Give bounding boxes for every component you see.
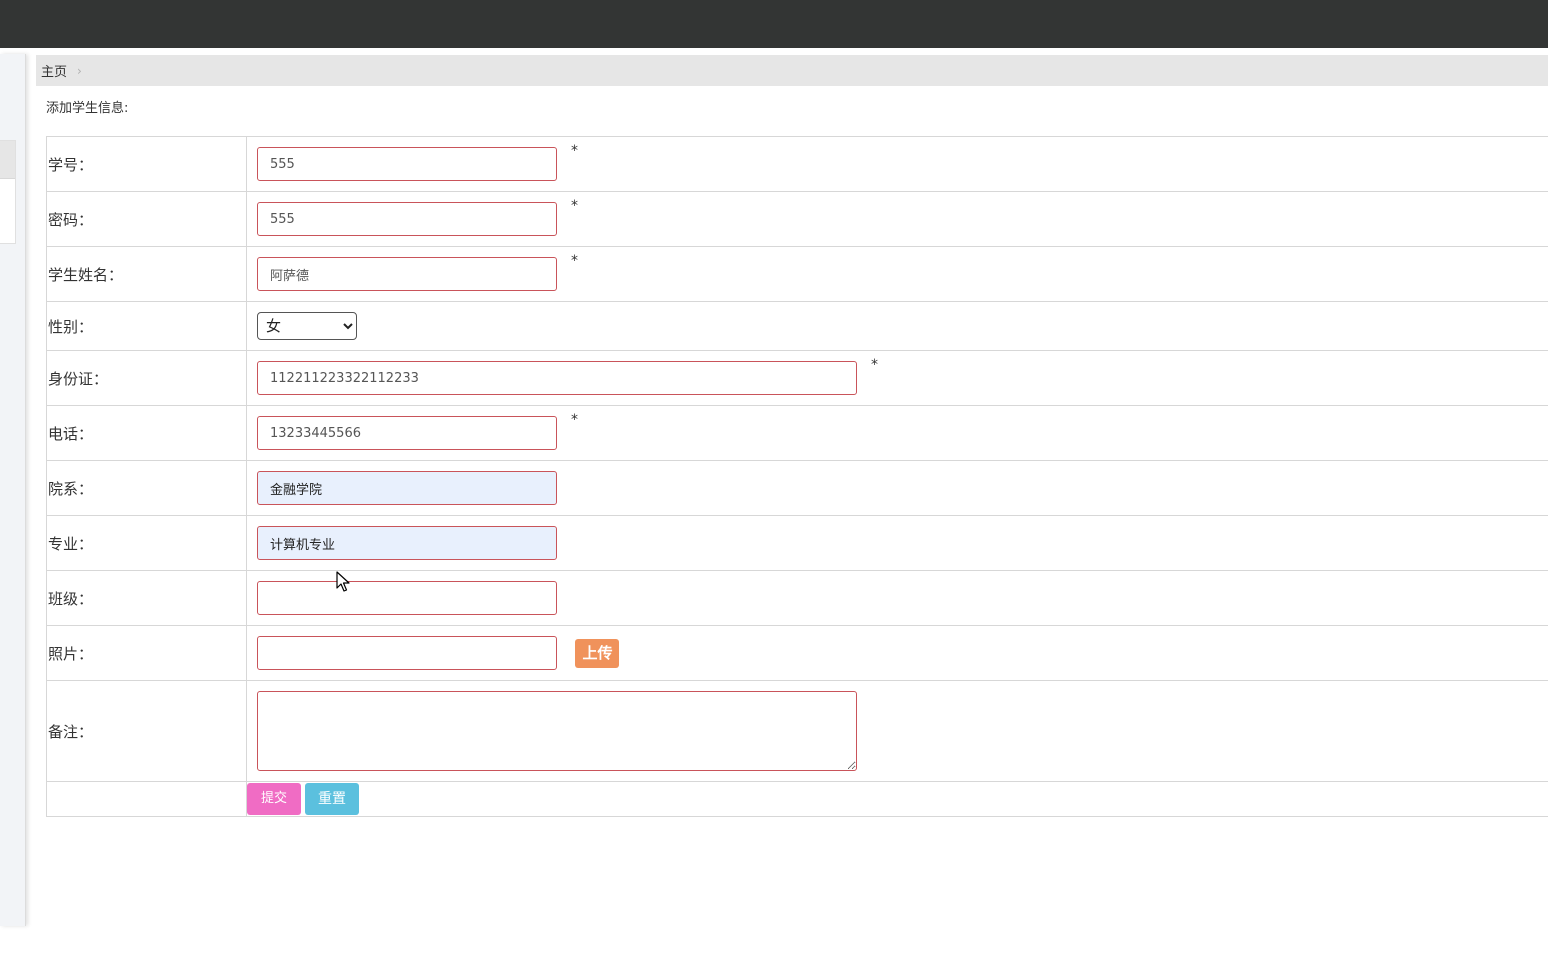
class-label: 班级： bbox=[46, 570, 247, 626]
gender-select[interactable]: 女 bbox=[257, 312, 357, 340]
upload-button[interactable]: 上传 bbox=[575, 638, 620, 668]
student-form: 学号： * 密码： * 学生姓名： * 性别： 女 身份证： * bbox=[46, 136, 1548, 817]
reset-button[interactable]: 重置 bbox=[305, 783, 359, 815]
required-mark: * bbox=[571, 412, 578, 428]
required-mark: * bbox=[571, 198, 578, 214]
required-mark: * bbox=[571, 143, 578, 159]
form-row-password: 密码： * bbox=[46, 191, 1548, 247]
id-card-input[interactable] bbox=[257, 361, 857, 395]
form-row-department: 院系： bbox=[46, 460, 1548, 516]
id-card-label: 身份证： bbox=[46, 350, 247, 406]
form-row-class: 班级： bbox=[46, 570, 1548, 626]
password-input[interactable] bbox=[257, 202, 557, 236]
class-input[interactable] bbox=[257, 581, 557, 615]
major-label: 专业： bbox=[46, 515, 247, 571]
student-id-label: 学号： bbox=[46, 136, 247, 192]
department-label: 院系： bbox=[46, 460, 247, 516]
photo-input[interactable] bbox=[257, 636, 557, 670]
photo-label: 照片： bbox=[46, 625, 247, 681]
form-title: 添加学生信息: bbox=[46, 101, 129, 116]
top-bar bbox=[0, 0, 1548, 48]
remarks-label: 备注： bbox=[46, 680, 247, 782]
student-name-label: 学生姓名： bbox=[46, 246, 247, 302]
form-row-actions: 提交 重置 bbox=[46, 781, 1548, 817]
form-row-id-card: 身份证： * bbox=[46, 350, 1548, 406]
gender-label: 性别： bbox=[46, 301, 247, 351]
remarks-textarea[interactable] bbox=[257, 691, 857, 771]
password-label: 密码： bbox=[46, 191, 247, 247]
sidebar bbox=[0, 54, 26, 926]
breadcrumb-home[interactable]: 主页 bbox=[41, 61, 67, 80]
form-row-remarks: 备注： bbox=[46, 680, 1548, 782]
required-mark: * bbox=[571, 253, 578, 269]
form-row-photo: 照片： 上传 bbox=[46, 625, 1548, 681]
form-row-student-id: 学号： * bbox=[46, 136, 1548, 192]
form-row-student-name: 学生姓名： * bbox=[46, 246, 1548, 302]
mouse-cursor-icon bbox=[336, 571, 350, 592]
student-name-input[interactable] bbox=[257, 257, 557, 291]
sidebar-item-active[interactable] bbox=[0, 141, 15, 179]
phone-label: 电话： bbox=[46, 405, 247, 461]
form-row-gender: 性别： 女 bbox=[46, 301, 1548, 351]
actions-label-cell bbox=[46, 781, 247, 817]
submit-button[interactable]: 提交 bbox=[247, 783, 301, 815]
breadcrumb: 主页 › bbox=[36, 55, 1548, 86]
phone-input[interactable] bbox=[257, 416, 557, 450]
required-mark: * bbox=[871, 357, 878, 373]
form-row-major: 专业： bbox=[46, 515, 1548, 571]
form-row-phone: 电话： * bbox=[46, 405, 1548, 461]
major-input[interactable] bbox=[257, 526, 557, 560]
chevron-right-icon: › bbox=[77, 63, 82, 78]
sidebar-menu bbox=[0, 140, 16, 244]
student-id-input[interactable] bbox=[257, 147, 557, 181]
department-input[interactable] bbox=[257, 471, 557, 505]
